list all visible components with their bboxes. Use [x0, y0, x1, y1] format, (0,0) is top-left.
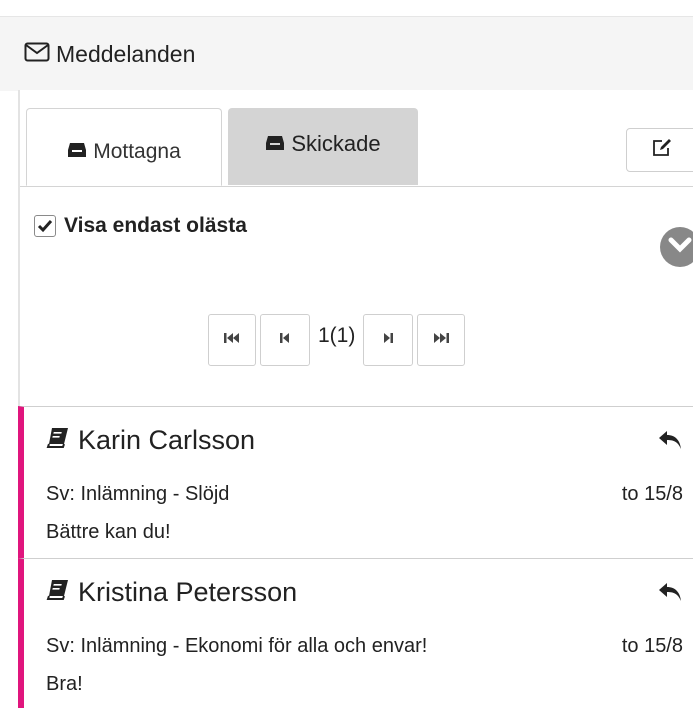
message-subject: Sv: Inlämning - Ekonomi för alla och env…	[46, 635, 428, 657]
page-title: Meddelanden	[24, 41, 195, 68]
inbox-icon	[67, 140, 87, 164]
top-spacer	[0, 0, 693, 16]
edit-icon	[651, 138, 673, 163]
reply-icon[interactable]	[657, 429, 683, 451]
chevron-down-icon	[668, 237, 692, 258]
messages-panel: Meddelanden Mottagna Skickade Visa endas…	[0, 0, 693, 708]
tab-bar: Mottagna Skickade	[20, 108, 693, 187]
first-page-icon	[223, 331, 241, 350]
last-page-button[interactable]	[417, 314, 466, 366]
unread-filter-label: Visa endast olästa	[64, 214, 247, 237]
message-preview: Bättre kan du!	[46, 521, 171, 543]
prev-page-button[interactable]	[260, 314, 310, 366]
inbox-icon	[265, 131, 285, 157]
next-page-icon	[382, 331, 394, 350]
envelope-icon	[24, 41, 50, 68]
message-item[interactable]: Karin Carlsson Sv: Inlämning - Slöjd to …	[18, 406, 693, 558]
pagination: 1(1)	[208, 314, 466, 366]
message-date: to 15/8	[621, 635, 683, 657]
page-indicator: 1(1)	[318, 324, 356, 347]
tab-skickade[interactable]: Skickade	[228, 108, 418, 185]
next-page-button[interactable]	[363, 314, 414, 366]
book-icon	[46, 425, 70, 456]
tab-label: Mottagna	[93, 140, 181, 163]
message-list: Karin Carlsson Sv: Inlämning - Slöjd to …	[18, 406, 693, 708]
panel-body: Mottagna Skickade Visa endast olästa 1(1…	[18, 90, 693, 708]
message-sender-name: Karin Carlsson	[78, 425, 256, 455]
message-subject: Sv: Inlämning - Slöjd	[46, 483, 230, 505]
compose-button[interactable]	[626, 128, 693, 172]
panel-header: Meddelanden	[0, 16, 693, 91]
message-sender: Karin Carlsson	[46, 425, 255, 456]
reply-icon[interactable]	[657, 581, 683, 603]
last-page-icon	[432, 331, 450, 350]
page-title-text: Meddelanden	[56, 41, 196, 67]
expand-button[interactable]	[660, 227, 693, 267]
unread-checkbox[interactable]	[34, 215, 56, 237]
message-sender-name: Kristina Petersson	[78, 577, 298, 607]
prev-page-icon	[279, 331, 291, 350]
unread-filter[interactable]: Visa endast olästa	[34, 214, 247, 238]
tab-mottagna[interactable]: Mottagna	[26, 108, 222, 186]
message-sender: Kristina Petersson	[46, 577, 297, 608]
first-page-button[interactable]	[208, 314, 256, 366]
tab-label: Skickade	[291, 130, 381, 156]
message-date: to 15/8	[621, 483, 683, 505]
message-preview: Bra!	[46, 673, 83, 695]
message-item[interactable]: Kristina Petersson Sv: Inlämning - Ekono…	[18, 558, 693, 708]
book-icon	[46, 577, 70, 608]
